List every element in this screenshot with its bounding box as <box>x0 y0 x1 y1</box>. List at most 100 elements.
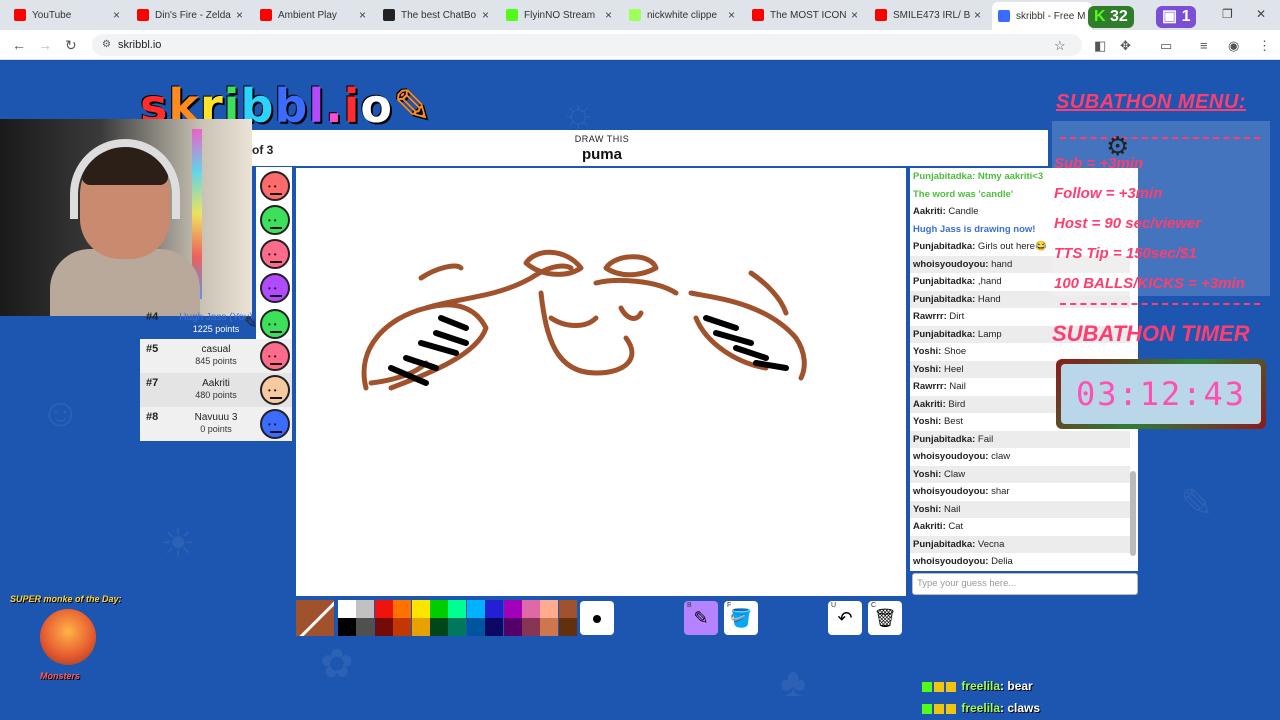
player-row[interactable]: #7 Aakriti 480 points •• <box>140 373 292 407</box>
player-row[interactable]: #4 Hugh Jass (You) 1225 points •• ✎ <box>140 307 292 341</box>
color-swatch[interactable] <box>503 618 522 636</box>
sub-badge-icon <box>946 703 956 714</box>
color-swatch[interactable] <box>411 618 430 636</box>
chat-username: Punjabitadka: <box>913 293 976 305</box>
chat-username: Yoshi: <box>913 363 942 375</box>
color-swatch[interactable] <box>448 618 467 636</box>
chat-username: Rawrrr: <box>913 381 947 392</box>
browser-tab[interactable]: The best ChatBo × <box>383 4 491 26</box>
chat-username: Aakriti: <box>913 521 946 532</box>
color-swatch[interactable] <box>356 600 375 618</box>
subathon-rule: Follow = +3min <box>1054 185 1163 202</box>
browser-tab[interactable]: Ambient Play × <box>260 4 368 26</box>
kick-icon: K <box>1094 8 1110 25</box>
close-tab-icon[interactable]: × <box>974 8 981 22</box>
kick-icon <box>506 9 518 21</box>
pencil-icon: ✎ <box>693 608 709 628</box>
close-tab-icon[interactable]: × <box>236 8 243 22</box>
url-field[interactable]: ⚙ skribbl.io <box>92 34 1082 56</box>
color-swatch[interactable] <box>374 618 393 636</box>
back-icon[interactable]: ← <box>12 37 26 53</box>
color-swatch[interactable] <box>393 600 412 618</box>
chat-username: Aakriti: <box>913 206 946 217</box>
chat-scrollbar[interactable] <box>1130 471 1136 556</box>
close-tab-icon[interactable]: × <box>113 8 120 22</box>
color-swatch[interactable] <box>411 600 430 618</box>
queue-icon[interactable]: ≡ <box>1200 38 1208 53</box>
forward-icon[interactable]: → <box>38 37 52 53</box>
color-swatch[interactable] <box>540 618 559 636</box>
close-window-icon[interactable]: ✕ <box>1256 7 1266 21</box>
close-tab-icon[interactable]: × <box>605 8 612 22</box>
color-swatch[interactable] <box>558 600 577 618</box>
color-swatch[interactable] <box>374 600 393 618</box>
browser-tab-active[interactable]: skribbl - Free M <box>992 2 1092 30</box>
color-swatch[interactable] <box>522 600 540 618</box>
subathon-timer-title: SUBATHON TIMER <box>1052 321 1250 346</box>
youtube-icon <box>137 9 149 21</box>
restore-window-icon[interactable]: ❐ <box>1222 7 1233 21</box>
chat-message: Punjabitadka: Vecna <box>910 535 1130 553</box>
close-tab-icon[interactable]: × <box>851 8 858 22</box>
drawing-canvas[interactable] <box>296 168 906 596</box>
media-icon[interactable]: ▭ <box>1160 38 1172 54</box>
player-row[interactable]: #5 casual 845 points •• <box>140 339 292 373</box>
color-swatch[interactable] <box>485 600 504 618</box>
sub-badge-icon <box>934 703 944 714</box>
browser-tab[interactable]: SMILE473 IRL/ B × <box>875 4 983 26</box>
color-swatch[interactable] <box>338 618 356 636</box>
subathon-rule: TTS Tip = 150sec/$1 <box>1054 245 1197 262</box>
player-avatar: •• <box>260 409 290 439</box>
color-swatch[interactable] <box>522 618 540 636</box>
menu-icon[interactable]: ⋮ <box>1258 38 1271 54</box>
color-swatch[interactable] <box>558 618 577 636</box>
fill-tool-button[interactable]: F 🪣 <box>724 601 758 635</box>
clear-button[interactable]: C 🗑 <box>868 601 902 635</box>
color-swatch[interactable] <box>466 618 485 636</box>
color-swatch[interactable] <box>430 618 448 636</box>
chat-text: Shoe <box>941 346 967 357</box>
subathon-panel <box>1052 121 1270 296</box>
chat-text: Dirt <box>946 311 965 322</box>
chat-message: Yoshi: Nail <box>910 500 1130 518</box>
chat-text: Delia <box>988 556 1013 567</box>
current-word: puma <box>581 146 622 163</box>
color-swatch[interactable] <box>356 618 375 636</box>
chat-text: Punjabitadka: Ntmy aakriti<3 <box>913 171 1044 182</box>
close-tab-icon[interactable]: × <box>359 8 366 22</box>
color-swatch[interactable] <box>338 600 356 618</box>
draw-this-label: DRAW THIS <box>574 134 630 144</box>
profile-icon[interactable]: ◉ <box>1228 38 1239 54</box>
chat-message: Punjabitadka: Fail <box>910 430 1130 448</box>
reload-icon[interactable]: ↻ <box>65 37 77 54</box>
extension-icon[interactable]: ◧ <box>1094 38 1106 54</box>
color-swatch[interactable] <box>503 600 522 618</box>
browser-tab[interactable]: FlyinNO Stream × <box>506 4 614 26</box>
color-swatch[interactable] <box>485 618 504 636</box>
browser-tab[interactable]: nickwhite clippe × <box>629 4 737 26</box>
brush-size-button[interactable] <box>580 601 614 635</box>
guess-input[interactable]: Type your guess here... <box>912 573 1138 595</box>
close-tab-icon[interactable]: × <box>728 8 735 22</box>
youtube-icon <box>752 9 764 21</box>
browser-tab[interactable]: YouTube × <box>14 4 122 26</box>
browser-tab[interactable]: The MOST ICON × <box>752 4 860 26</box>
chat-message: Aakriti: Cat <box>910 518 1130 536</box>
puzzle-icon[interactable]: ✥ <box>1120 38 1131 54</box>
color-swatch[interactable] <box>466 600 485 618</box>
chat-text: Nail <box>946 381 966 392</box>
bookmark-star-icon[interactable]: ☆ <box>1054 38 1066 54</box>
color-swatch[interactable] <box>393 618 412 636</box>
close-tab-icon[interactable]: × <box>482 8 489 22</box>
browser-tab[interactable]: Din's Fire - Zelda × <box>137 4 245 26</box>
player-row[interactable]: #8 Navuuu 3 0 points •• <box>140 407 292 441</box>
color-swatch[interactable] <box>540 600 559 618</box>
site-info-icon[interactable]: ⚙ <box>102 34 111 56</box>
chat-text: Fail <box>975 433 994 445</box>
pencil-tool-button[interactable]: B ✎ <box>684 601 718 635</box>
color-swatch[interactable] <box>430 600 448 618</box>
subathon-rule: Sub = +3min <box>1054 155 1144 172</box>
color-swatch[interactable] <box>448 600 467 618</box>
twitch-icon: ▣ <box>1162 8 1182 25</box>
undo-button[interactable]: U ↶ <box>828 601 862 635</box>
